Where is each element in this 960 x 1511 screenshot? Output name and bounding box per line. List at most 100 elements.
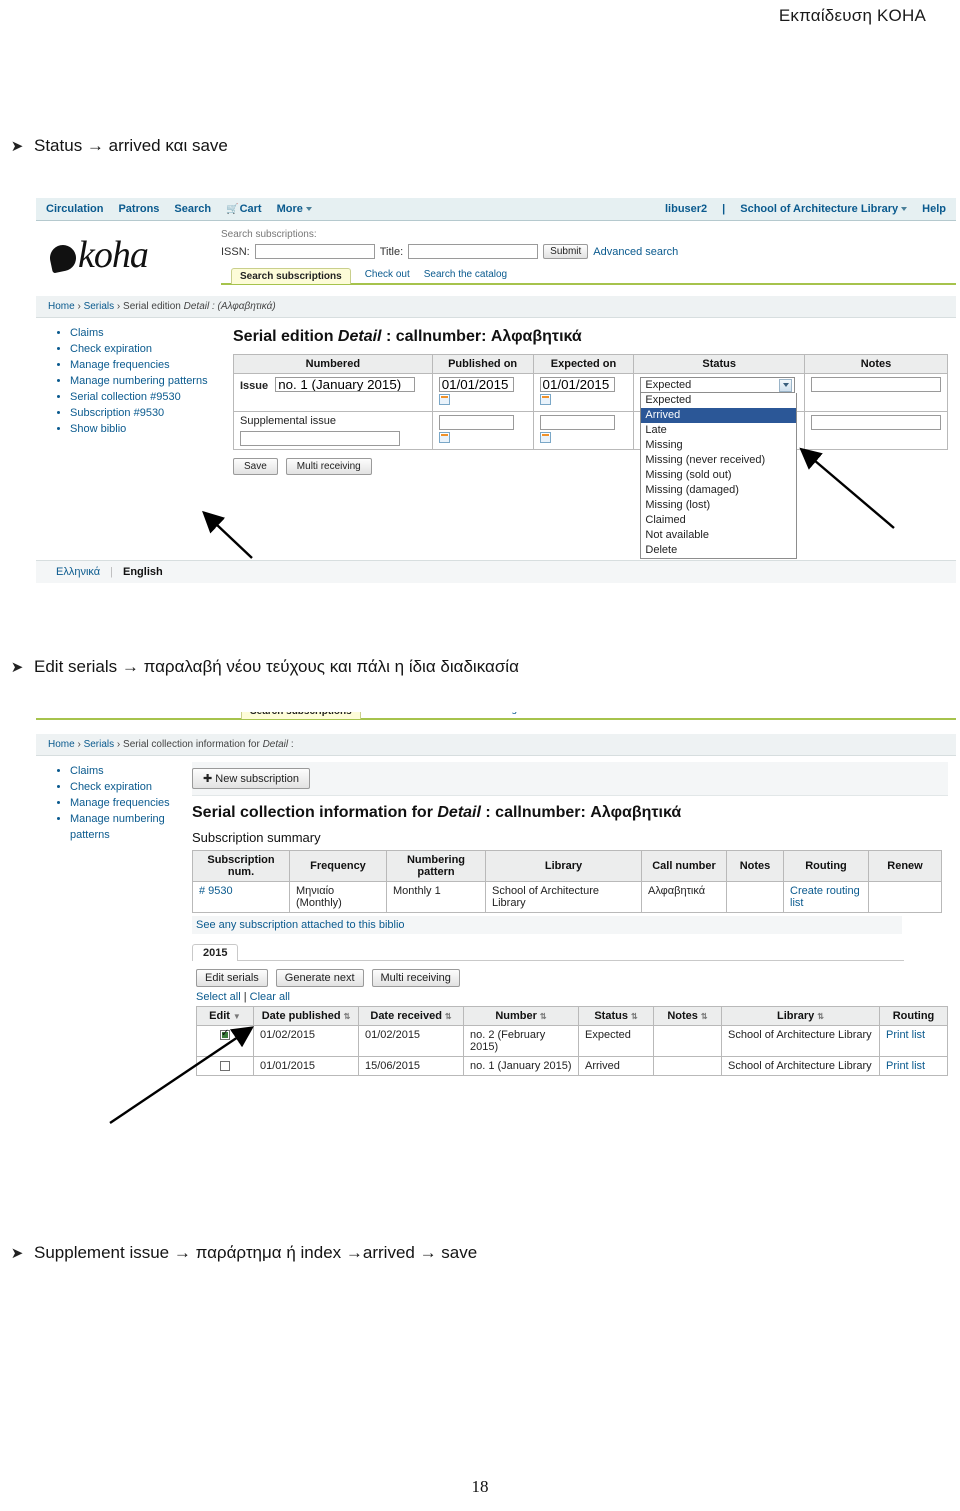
sidebar-item-manage-numbering-patterns[interactable]: Manage numbering patterns [70, 812, 184, 844]
status-option-list[interactable]: Expected Arrived Late Missing Missing (n… [640, 393, 798, 559]
status-option-late[interactable]: Late [641, 423, 796, 438]
title-label: Title: [379, 245, 404, 258]
sidebar-item-claims[interactable]: Claims [70, 326, 225, 342]
print-list-link[interactable]: Print list [886, 1029, 925, 1041]
chevron-down-icon[interactable] [779, 378, 793, 392]
tab-search-subscriptions[interactable]: Search subscriptions [231, 268, 351, 284]
calendar-icon[interactable] [539, 394, 551, 405]
submit-button[interactable]: Submit [543, 244, 589, 259]
breadcrumb-home[interactable]: Home [48, 739, 75, 750]
status-select-head[interactable]: Expected [640, 377, 796, 393]
print-list-link[interactable]: Print list [886, 1060, 925, 1072]
status-option-expected[interactable]: Expected [641, 393, 796, 408]
breadcrumb-serials[interactable]: Serials [84, 301, 115, 312]
supplemental-notes-input[interactable] [811, 415, 941, 430]
nav-circulation[interactable]: Circulation [46, 203, 103, 215]
sidebar-item-check-expiration[interactable]: Check expiration [70, 342, 225, 358]
multi-receiving-button[interactable]: Multi receiving [371, 969, 460, 987]
supplemental-expected-input[interactable] [539, 415, 615, 430]
cell-notes-supplemental [804, 411, 948, 450]
nav-more[interactable]: More [277, 203, 312, 215]
sidebar-item-serial-collection[interactable]: Serial collection #9530 [70, 390, 225, 406]
lang-greek[interactable]: Ελληνικά [56, 566, 100, 578]
status-option-arrived[interactable]: Arrived [641, 408, 797, 423]
status-option-delete[interactable]: Delete [641, 543, 796, 558]
sort-icon: ⇅ [539, 1012, 547, 1021]
th-notes: Notes [726, 850, 784, 882]
multi-receiving-button[interactable]: Multi receiving [285, 458, 372, 475]
page-body: Claims Check expiration Manage frequenci… [36, 318, 956, 559]
status-select-value: Expected [645, 379, 692, 391]
cell-routing[interactable]: Print list [879, 1056, 948, 1076]
select-all-link[interactable]: Select all [196, 991, 241, 1003]
tab-search-subscriptions-clipped[interactable]: Search subscriptions [241, 712, 361, 719]
breadcrumb-serials[interactable]: Serials [84, 739, 115, 750]
status-option-missing-damaged[interactable]: Missing (damaged) [641, 483, 796, 498]
cell-number: no. 1 (January 2015) [463, 1056, 579, 1076]
th-library[interactable]: Library ⇅ [721, 1006, 880, 1026]
cell-library: School of Architecture Library [721, 1025, 880, 1057]
th-notes[interactable]: Notes ⇅ [653, 1006, 722, 1026]
status-option-missing-never-received[interactable]: Missing (never received) [641, 453, 796, 468]
tab-check-out-clipped[interactable]: Check out [375, 712, 420, 718]
cell-notes [726, 881, 784, 913]
breadcrumb-home[interactable]: Home [48, 301, 75, 312]
title-input[interactable] [408, 244, 539, 259]
nav-library-selector[interactable]: School of Architecture Library [740, 203, 908, 215]
sidebar-item-manage-frequencies[interactable]: Manage frequencies [70, 358, 225, 374]
row-checkbox[interactable] [220, 1028, 230, 1041]
clear-all-link[interactable]: Clear all [250, 991, 290, 1003]
cell-call-number: Αλφαβητικά [641, 881, 727, 913]
status-option-missing-lost[interactable]: Missing (lost) [641, 498, 796, 513]
sort-icon: ⇅ [444, 1012, 452, 1021]
th-number[interactable]: Number ⇅ [463, 1006, 579, 1026]
status-option-not-available[interactable]: Not available [641, 528, 796, 543]
issn-input[interactable] [254, 244, 375, 259]
koha-logo[interactable]: koha [36, 233, 221, 277]
nav-cart[interactable]: 🛒Cart [226, 203, 261, 215]
supplemental-numbered-input[interactable] [240, 431, 400, 446]
save-button[interactable]: Save [233, 458, 278, 475]
subscription-search-box: Search subscriptions: ISSN: Title: Submi… [221, 227, 956, 285]
calendar-icon[interactable] [438, 432, 450, 443]
sidebar-item-check-expiration[interactable]: Check expiration [70, 780, 184, 796]
new-subscription-button[interactable]: ✚ New subscription [192, 768, 311, 789]
supplemental-published-input[interactable] [438, 415, 514, 430]
sidebar-item-subscription[interactable]: Subscription #9530 [70, 406, 225, 422]
cell-subscription-num[interactable]: # 9530 [192, 881, 290, 913]
status-option-missing[interactable]: Missing [641, 438, 796, 453]
issue-published-input[interactable] [438, 377, 514, 392]
sidebar-item-manage-frequencies[interactable]: Manage frequencies [70, 796, 184, 812]
tab-search-catalog[interactable]: Search the catalog [424, 269, 507, 283]
tab-check-out[interactable]: Check out [365, 269, 410, 283]
issue-numbered-input[interactable] [275, 377, 416, 392]
see-any-subscription-link[interactable]: See any subscription attached to this bi… [196, 919, 405, 931]
tab-search-catalog-clipped[interactable]: Search the catalog [434, 712, 517, 718]
calendar-icon[interactable] [438, 394, 450, 405]
lang-english[interactable]: English [123, 566, 163, 578]
nav-search[interactable]: Search [174, 203, 211, 215]
cell-routing[interactable]: Print list [879, 1025, 948, 1057]
issue-notes-input[interactable] [811, 377, 941, 392]
sidebar-item-claims[interactable]: Claims [70, 764, 184, 780]
calendar-icon[interactable] [539, 432, 551, 443]
edit-serials-button[interactable]: Edit serials [196, 969, 268, 987]
cell-library: School of Architecture Library [485, 881, 642, 913]
sidebar-item-show-biblio[interactable]: Show biblio [70, 422, 225, 438]
advanced-search-link[interactable]: Advanced search [593, 246, 678, 258]
th-status[interactable]: Status ⇅ [578, 1006, 654, 1026]
generate-next-button[interactable]: Generate next [275, 969, 364, 987]
nav-patrons[interactable]: Patrons [118, 203, 159, 215]
clipped-tab-strip: Search subscriptions Check out Search th… [36, 712, 956, 734]
status-select[interactable]: Expected Expected Arrived Late Missing M… [640, 377, 798, 559]
th-date-received[interactable]: Date received ⇅ [358, 1006, 464, 1026]
nav-user[interactable]: libuser2 [665, 203, 707, 215]
status-option-missing-sold-out[interactable]: Missing (sold out) [641, 468, 796, 483]
cell-routing[interactable]: Create routing list [783, 881, 869, 913]
issue-expected-input[interactable] [539, 377, 615, 392]
nav-help[interactable]: Help [922, 203, 946, 215]
th-numbered: Numbered [233, 354, 433, 374]
sidebar-item-manage-numbering-patterns[interactable]: Manage numbering patterns [70, 374, 225, 390]
status-option-claimed[interactable]: Claimed [641, 513, 796, 528]
tab-year-2015[interactable]: 2015 [192, 944, 239, 961]
